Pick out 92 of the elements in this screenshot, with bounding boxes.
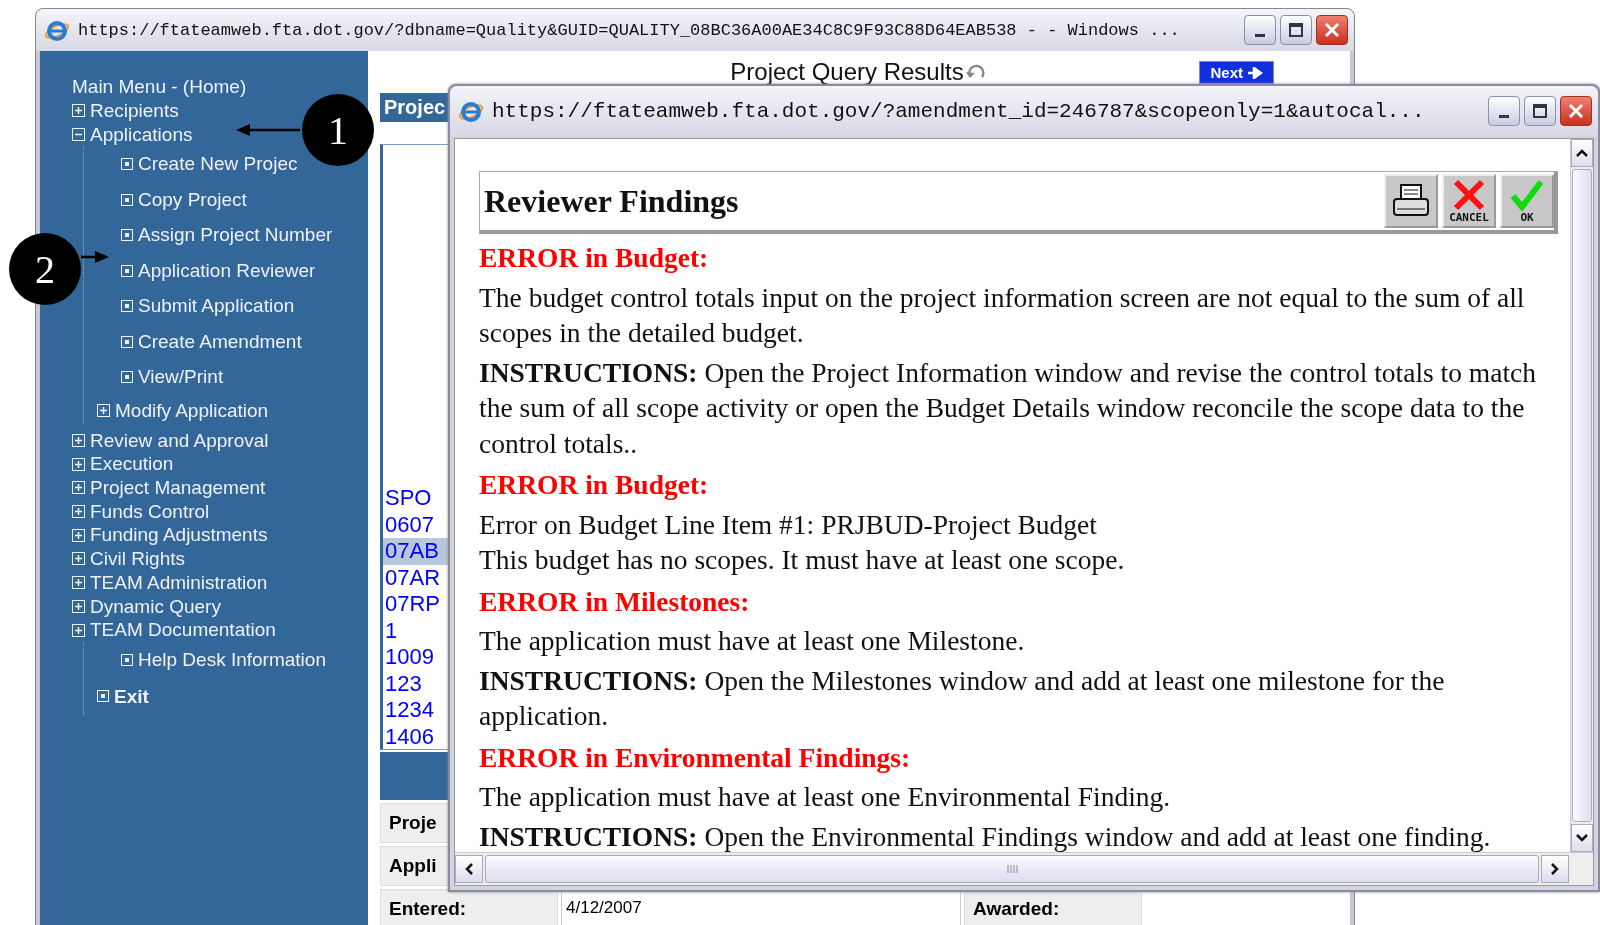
scroll-up-button[interactable] (1571, 139, 1593, 167)
menu-item[interactable]: Application Reviewer (138, 258, 316, 283)
page-icon (121, 653, 133, 666)
window-title: https://ftateamweb.fta.dot.gov/?amendment_id=246787&scopeonly=1&autocal... (492, 99, 1426, 123)
scroll-right-button[interactable] (1541, 855, 1569, 883)
caret-up-icon (1576, 149, 1588, 157)
caret-right-icon (1551, 863, 1559, 875)
menu-item[interactable]: Dynamic Query (90, 594, 221, 619)
expand-icon[interactable] (72, 505, 85, 519)
window-title: https://ftateamweb.fta.dot.gov/?dbname=Quality&GUID=QUALITY_08BC36A00AE34C8C9F93C88D64EAB538 - - Windows ... (78, 20, 1181, 40)
close-icon (1322, 20, 1342, 40)
page-icon (121, 264, 133, 277)
menu-item[interactable]: Create New Projec (138, 152, 298, 176)
grip-icon (1006, 864, 1018, 874)
page-icon (121, 300, 133, 313)
expand-icon[interactable] (72, 599, 85, 613)
caret-left-icon (465, 863, 473, 875)
menu-item[interactable]: Civil Rights (90, 547, 186, 571)
error-heading: ERROR in Environmental Findings: (479, 740, 912, 775)
horizontal-scrollbar[interactable] (455, 852, 1593, 885)
pointer-arrow (81, 250, 109, 264)
expand-icon[interactable] (72, 576, 85, 590)
next-button[interactable]: Next (1199, 61, 1274, 84)
caret-down-icon (1576, 834, 1588, 842)
menu-item[interactable]: View/Print (138, 365, 224, 389)
maximize-icon (1286, 20, 1306, 40)
maximize-icon (1530, 101, 1550, 121)
field-label: Entered: (380, 889, 558, 925)
cancel-button[interactable]: CANCEL (1442, 174, 1496, 228)
page-icon (97, 690, 109, 703)
menu-item[interactable]: Exit (114, 684, 149, 709)
menu-item[interactable]: Copy Project (138, 187, 247, 212)
error-heading: ERROR in Budget: (479, 241, 710, 275)
printer-icon (1391, 183, 1431, 219)
page-icon (121, 193, 133, 206)
expand-icon[interactable] (72, 552, 85, 566)
menu-item[interactable]: Assign Project Number (138, 223, 333, 247)
minimize-icon (1255, 33, 1265, 37)
menu-title[interactable]: Main Menu - (Home) (72, 75, 247, 99)
maximize-button[interactable] (1524, 96, 1556, 126)
expand-icon[interactable] (97, 404, 110, 418)
error-heading: ERROR in Milestones: (479, 584, 751, 619)
minimize-icon (1499, 114, 1509, 118)
error-heading: ERROR in Budget: (479, 468, 710, 502)
callout-marker: 2 (9, 233, 81, 305)
menu-item[interactable]: TEAM Administration (90, 570, 268, 595)
close-icon (1566, 101, 1586, 121)
finding-text: INSTRUCTIONS: Open the Project Information window and revise the control totals to match the sum of all scope activity or open the Budget Details window reconcile the scope data to the control totals.. (479, 355, 1538, 461)
collapse-icon[interactable] (72, 128, 85, 142)
page-icon (121, 229, 133, 242)
expand-icon[interactable] (72, 104, 85, 118)
expand-icon[interactable] (72, 528, 85, 542)
page-icon (121, 335, 133, 348)
menu-item[interactable]: Project Management (90, 476, 266, 500)
menu-item[interactable]: Submit Application (138, 294, 295, 318)
scroll-down-button[interactable] (1571, 824, 1593, 852)
cross-icon (1452, 178, 1486, 211)
error-detail: Error on Budget Line Item #1: PRJBUD-Project Budget (479, 507, 1098, 542)
expand-icon[interactable] (72, 623, 85, 637)
menu-item[interactable]: Funds Control (90, 499, 210, 524)
finding-text: The budget control totals input on the project information screen are not equal to the sum of all scopes in the detailed budget. (479, 280, 1526, 350)
expand-icon[interactable] (72, 433, 85, 447)
minimize-button[interactable] (1488, 96, 1520, 126)
findings-heading: Reviewer Findings (484, 182, 739, 220)
menu-item[interactable]: Funding Adjustments (90, 523, 268, 548)
menu-item[interactable]: Recipients (90, 99, 179, 123)
menu-item[interactable]: TEAM Documentation (90, 618, 276, 642)
check-icon (1510, 178, 1544, 211)
page-icon (121, 158, 133, 171)
print-button[interactable] (1384, 174, 1438, 228)
menu-item[interactable]: Review and Approval (90, 428, 269, 453)
expand-icon[interactable] (72, 481, 85, 495)
menu-item[interactable]: Execution (90, 452, 174, 476)
finding-text: The application must have at least one Milestone. (479, 624, 1026, 658)
menu-item[interactable]: Create Amendment (138, 329, 302, 354)
close-button[interactable] (1560, 96, 1592, 126)
ok-button[interactable]: OK (1500, 174, 1554, 228)
close-button[interactable] (1316, 15, 1348, 45)
vertical-scrollbar[interactable] (1570, 139, 1593, 852)
menu-item[interactable]: Modify Application (115, 398, 269, 423)
menu-item[interactable]: Applications (90, 122, 193, 147)
minimize-button[interactable] (1244, 15, 1276, 45)
scroll-left-button[interactable] (455, 855, 483, 883)
finding-text: This budget has no scopes. It must have at least one scope. (479, 543, 1126, 577)
menu-item[interactable]: Help Desk Information (138, 647, 326, 672)
pointer-arrow (236, 123, 302, 137)
maximize-button[interactable] (1280, 15, 1312, 45)
page-icon (121, 371, 133, 384)
expand-icon[interactable] (72, 457, 85, 471)
finding-text: INSTRUCTIONS: Open the Milestones window and add at least one milestone for the application. (479, 663, 1446, 733)
page-title: Project Query Results (730, 58, 964, 86)
arrow-icon (1247, 66, 1263, 79)
